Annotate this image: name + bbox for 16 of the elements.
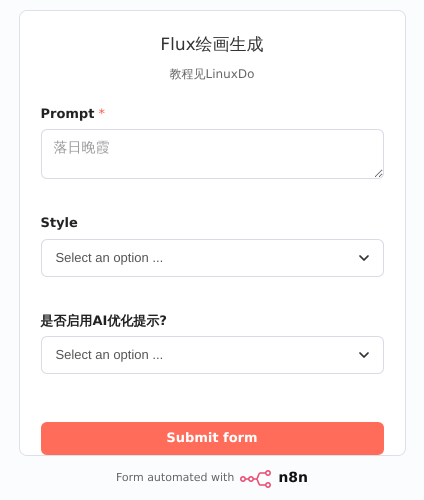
required-mark: * xyxy=(98,106,105,124)
brand-name: n8n xyxy=(278,469,308,488)
workflow-nodes-icon xyxy=(240,470,272,488)
form-title: Flux绘画生成 xyxy=(159,34,265,57)
field-label: Prompt xyxy=(40,106,94,124)
select-field[interactable]: Select an option ... xyxy=(40,238,384,276)
chevron-down-icon xyxy=(358,352,368,358)
field-label: 是否启用AI优化提示? xyxy=(40,312,167,330)
select-placeholder: Select an option ... xyxy=(56,346,164,364)
footer-text: Form automated with xyxy=(116,470,234,486)
select-placeholder: Select an option ... xyxy=(56,248,164,267)
form-subtitle: 教程见LinuxDo xyxy=(168,66,256,82)
select-field[interactable]: Select an option ... xyxy=(40,336,384,374)
prompt-field[interactable]: 落日晚霞 xyxy=(40,129,384,179)
chevron-down-icon xyxy=(358,254,368,260)
field-label: Style xyxy=(40,215,78,233)
